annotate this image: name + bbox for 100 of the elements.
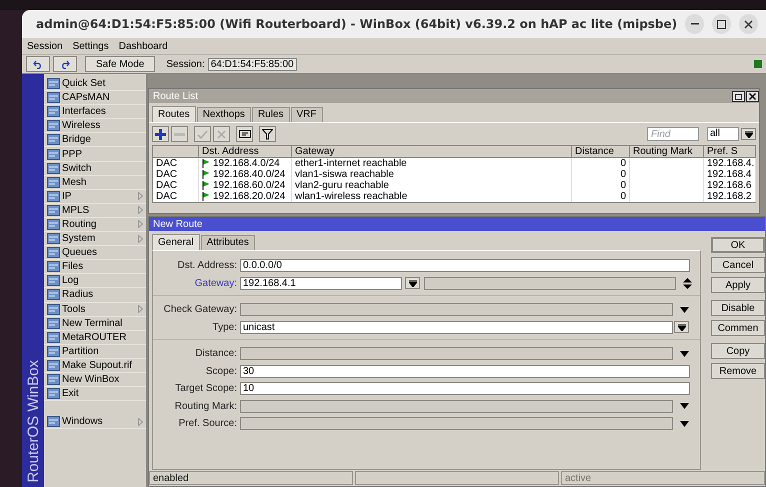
- text-field[interactable]: [424, 276, 676, 290]
- caret-icon: [678, 324, 686, 331]
- dialog-button[interactable]: OK: [711, 237, 765, 253]
- minimize-icon: [690, 23, 699, 25]
- field-label: Scope:: [204, 366, 238, 377]
- close-icon: [744, 20, 754, 28]
- tab[interactable]: Routes: [152, 106, 196, 122]
- menu-item[interactable]: Settings: [72, 40, 109, 52]
- sidebar-item[interactable]: IP: [44, 190, 146, 204]
- menu-item[interactable]: Dashboard: [118, 40, 168, 52]
- sidebar-item[interactable]: Wireless: [44, 119, 146, 134]
- redo-button[interactable]: [53, 56, 77, 72]
- find-field[interactable]: Find: [647, 127, 699, 141]
- sidebar-item[interactable]: Bridge: [44, 133, 146, 148]
- restore-icon[interactable]: [732, 90, 745, 102]
- plus-icon: [155, 128, 166, 140]
- dropdown-caret-icon[interactable]: [680, 306, 689, 313]
- column-header[interactable]: Pref. S: [704, 146, 756, 158]
- sidebar-item[interactable]: System: [44, 232, 146, 246]
- column-header[interactable]: Dst. Address: [199, 146, 292, 158]
- window-title: Route List: [153, 90, 200, 102]
- menu-item[interactable]: Session: [27, 40, 63, 52]
- sidebar-item[interactable]: Switch: [44, 162, 146, 176]
- table-cell: vlan2-guru reachable: [292, 180, 572, 191]
- column-header[interactable]: Distance: [572, 146, 630, 158]
- sidebar-item[interactable]: New Terminal: [44, 316, 146, 331]
- dialog-button[interactable]: Cancel: [711, 257, 765, 273]
- dropdown-caret-icon[interactable]: [680, 420, 689, 427]
- flag-icon: [202, 170, 210, 179]
- sidebar-item[interactable]: Windows: [44, 415, 146, 430]
- tile-icon: [47, 360, 60, 371]
- sidebar-item[interactable]: PPP: [44, 147, 146, 162]
- maximize-button[interactable]: [712, 14, 732, 34]
- table-cell: 0: [572, 191, 630, 202]
- column-header[interactable]: Routing Mark: [630, 146, 704, 158]
- tab[interactable]: VRF: [290, 107, 323, 122]
- sidebar-item[interactable]: MetaROUTER: [44, 330, 146, 345]
- minimize-button[interactable]: [685, 14, 704, 34]
- sidebar-item[interactable]: Queues: [44, 246, 146, 260]
- select-field[interactable]: unicast: [240, 320, 673, 334]
- window-title: New Route: [153, 218, 204, 230]
- tile-icon: [47, 204, 60, 216]
- dropdown-caret-icon[interactable]: [680, 350, 689, 357]
- sidebar-item[interactable]: CAPsMAN: [44, 91, 146, 106]
- dropdown-caret-icon[interactable]: [680, 403, 689, 410]
- field-label: Routing Mark:: [174, 400, 238, 412]
- dropdown-button[interactable]: [405, 277, 420, 290]
- check-icon: [197, 130, 208, 138]
- close-icon[interactable]: [746, 90, 759, 102]
- text-field[interactable]: 192.168.4.1: [240, 276, 402, 290]
- filter-select[interactable]: all: [707, 127, 739, 141]
- sidebar-item[interactable]: Routing: [44, 218, 146, 232]
- dialog-button[interactable]: Apply: [711, 277, 765, 293]
- tile-icon: [47, 176, 60, 188]
- dropdown-button[interactable]: [741, 128, 756, 140]
- sidebar-item[interactable]: Quick Set: [44, 77, 146, 92]
- text-field[interactable]: 30: [240, 364, 690, 378]
- tab[interactable]: Attributes: [200, 235, 255, 250]
- dialog-button[interactable]: Remove: [711, 363, 765, 379]
- sidebar-item[interactable]: Mesh: [44, 176, 146, 190]
- close-button[interactable]: [739, 14, 758, 34]
- minus-icon: [174, 132, 185, 136]
- field-label: Type:: [212, 322, 238, 333]
- table-cell: DAC: [153, 191, 199, 202]
- filter-button[interactable]: [259, 126, 276, 142]
- sidebar-item[interactable]: New WinBox: [44, 372, 146, 388]
- table-cell: 192.168.6: [704, 180, 756, 191]
- column-header[interactable]: Gateway: [292, 146, 572, 158]
- session-field[interactable]: 64:D1:54:F5:85:00: [208, 58, 297, 70]
- safe-mode-button[interactable]: Safe Mode: [85, 56, 156, 72]
- sidebar-item[interactable]: Radius: [44, 288, 146, 302]
- maximize-icon: [717, 20, 726, 28]
- tab[interactable]: General: [152, 234, 200, 250]
- dialog-button[interactable]: Copy: [711, 343, 765, 359]
- sidebar-item[interactable]: Log: [44, 274, 146, 288]
- dialog-button[interactable]: Commen: [711, 320, 765, 336]
- sidebar-item[interactable]: Files: [44, 260, 146, 274]
- tab[interactable]: Nexthops: [196, 107, 251, 122]
- sidebar-item[interactable]: Interfaces: [44, 105, 146, 120]
- text-field[interactable]: 0.0.0.0/0: [240, 259, 690, 272]
- dropdown-field[interactable]: [240, 417, 673, 430]
- sidebar-item[interactable]: Exit: [44, 387, 146, 402]
- table-cell: ether1-internet reachable: [292, 158, 572, 169]
- dropdown-field[interactable]: [240, 303, 673, 316]
- note-button[interactable]: [236, 126, 253, 142]
- sidebar-item[interactable]: Partition: [44, 344, 146, 359]
- note-icon: [238, 130, 250, 138]
- session-label: Session:: [166, 58, 205, 70]
- dialog-button[interactable]: Disable: [711, 300, 765, 316]
- plus-button[interactable]: [152, 126, 169, 142]
- dropdown-field[interactable]: [240, 400, 673, 413]
- tab[interactable]: Rules: [252, 107, 290, 122]
- dropdown-button[interactable]: [674, 321, 689, 334]
- sidebar-item[interactable]: Tools: [44, 302, 146, 317]
- dropdown-field[interactable]: [240, 347, 673, 360]
- undo-button[interactable]: [26, 56, 50, 72]
- text-field[interactable]: 10: [240, 382, 690, 396]
- sidebar-item[interactable]: MPLS: [44, 204, 146, 218]
- sidebar-item[interactable]: Make Supout.rif: [44, 358, 146, 373]
- up-down-icon[interactable]: [683, 278, 692, 289]
